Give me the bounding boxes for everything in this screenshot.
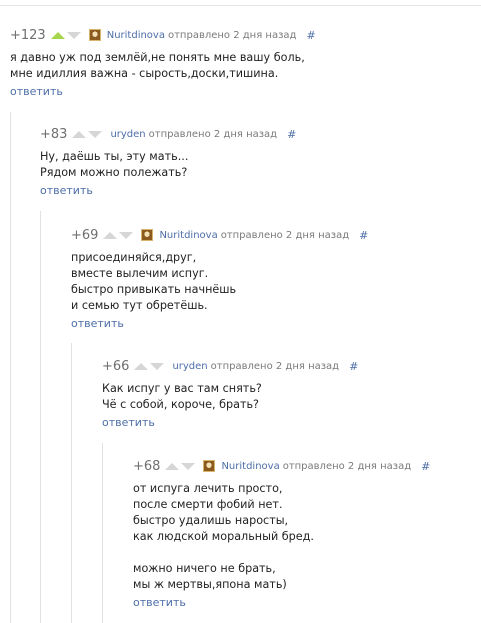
avatar [88, 29, 101, 41]
comment: +68 Nuritdinova отправлено 2 дня назад #… [133, 457, 430, 610]
thread-line [102, 443, 103, 623]
comment-line: Рядом можно полежать? [40, 166, 188, 179]
author-link[interactable]: Nuritdinova [221, 461, 279, 472]
comment-line: от испуга лечить просто, [133, 482, 283, 495]
permalink-button[interactable]: # [359, 229, 368, 242]
upvote-icon[interactable] [50, 31, 65, 39]
comment-line: можно ничего не брать, [133, 562, 276, 575]
downvote-icon[interactable] [150, 362, 165, 370]
permalink-button[interactable]: # [349, 360, 358, 373]
comment-line: быстро удалишь нароcты, [133, 514, 289, 527]
author-link[interactable]: Nuritdinova [107, 30, 165, 41]
comment-line [133, 545, 430, 561]
permalink-button[interactable]: # [287, 128, 296, 141]
comment-text: от испуга лечить просто, после смерти фоб… [133, 481, 430, 593]
author-link[interactable]: uryden [110, 129, 145, 140]
comment-rating: +123 [10, 27, 46, 43]
reply-button[interactable]: ответить [102, 416, 358, 429]
author-link[interactable]: uryden [172, 361, 207, 372]
posted-time: отправлено 2 дня назад [210, 360, 340, 372]
comment: +69 Nuritdinova отправлено 2 дня назад #… [71, 226, 368, 331]
permalink-button[interactable]: # [421, 460, 430, 473]
comment: +123 Nuritdinova отправлено 2 дня назад … [10, 26, 316, 99]
comment-header: +66 uryden отправлено 2 дня назад # [102, 357, 358, 375]
top-divider [0, 5, 481, 6]
comment-header: +123 Nuritdinova отправлено 2 дня назад … [10, 26, 316, 44]
comment-line: присоединяйся,друг, [71, 251, 197, 264]
comment-rating: +68 [133, 458, 161, 474]
avatar [203, 460, 216, 472]
avatar [141, 229, 154, 241]
comment-text: присоединяйся,друг, вместе вылечим испуг.… [71, 250, 368, 314]
comment-line: после смерти фобий нет. [133, 498, 283, 511]
comment-line: и семью тут обретёшь. [71, 299, 208, 312]
comment: +66 uryden отправлено 2 дня назад # Как … [102, 357, 358, 430]
comment-text: Ну, даёшь ты, эту мать... Рядом можно пол… [40, 149, 296, 181]
permalink-button[interactable]: # [306, 29, 315, 42]
comment-line: как людской моральный бред. [133, 530, 314, 543]
reply-button[interactable]: ответить [10, 85, 316, 98]
reply-button[interactable]: ответить [40, 184, 296, 197]
comment-text: я давно уж под землёй,не понять мне вашу… [10, 50, 316, 82]
upvote-icon[interactable] [165, 462, 180, 470]
comment-header: +68 Nuritdinova отправлено 2 дня назад # [133, 457, 430, 475]
comment-line: мы ж мертвы,япона мать) [133, 578, 287, 591]
comment-header: +83 uryden отправлено 2 дня назад # [40, 125, 296, 143]
thread-line [40, 211, 41, 623]
upvote-icon[interactable] [103, 231, 118, 239]
comment-line: я давно уж под землёй,не понять мне вашу… [10, 51, 305, 64]
posted-time: отправлено 2 дня назад [282, 460, 412, 472]
comment-rating: +83 [40, 126, 68, 142]
comment: +83 uryden отправлено 2 дня назад # Ну, … [40, 125, 296, 198]
comment-line: мне идиллия важна - сырость,доски,тишина… [10, 67, 279, 80]
reply-button[interactable]: ответить [133, 596, 430, 609]
comment-line: Чё с собой, короче, брать? [102, 398, 259, 411]
comment-rating: +66 [102, 358, 130, 374]
comment-text: Как испуг у вас там снять? Чё с собой, ко… [102, 381, 358, 413]
author-link[interactable]: Nuritdinova [159, 230, 217, 241]
comment-rating: +69 [71, 227, 99, 243]
comment-line: Ну, даёшь ты, эту мать... [40, 150, 189, 163]
comment-line: быстро привыкать начнёшь [71, 283, 237, 296]
downvote-icon[interactable] [181, 462, 196, 470]
upvote-icon[interactable] [72, 130, 87, 138]
upvote-icon[interactable] [134, 362, 149, 370]
downvote-icon[interactable] [66, 31, 81, 39]
reply-button[interactable]: ответить [71, 317, 368, 330]
comment-header: +69 Nuritdinova отправлено 2 дня назад # [71, 226, 368, 244]
posted-time: отправлено 2 дня назад [220, 229, 350, 241]
thread-line [10, 112, 11, 623]
comment-line: вместе вылечим испуг. [71, 267, 209, 280]
posted-time: отправлено 2 дня назад [167, 29, 297, 41]
downvote-icon[interactable] [119, 231, 134, 239]
comment-line: Как испуг у вас там снять? [102, 382, 262, 395]
downvote-icon[interactable] [88, 130, 103, 138]
thread-line [71, 343, 72, 623]
posted-time: отправлено 2 дня назад [148, 128, 278, 140]
